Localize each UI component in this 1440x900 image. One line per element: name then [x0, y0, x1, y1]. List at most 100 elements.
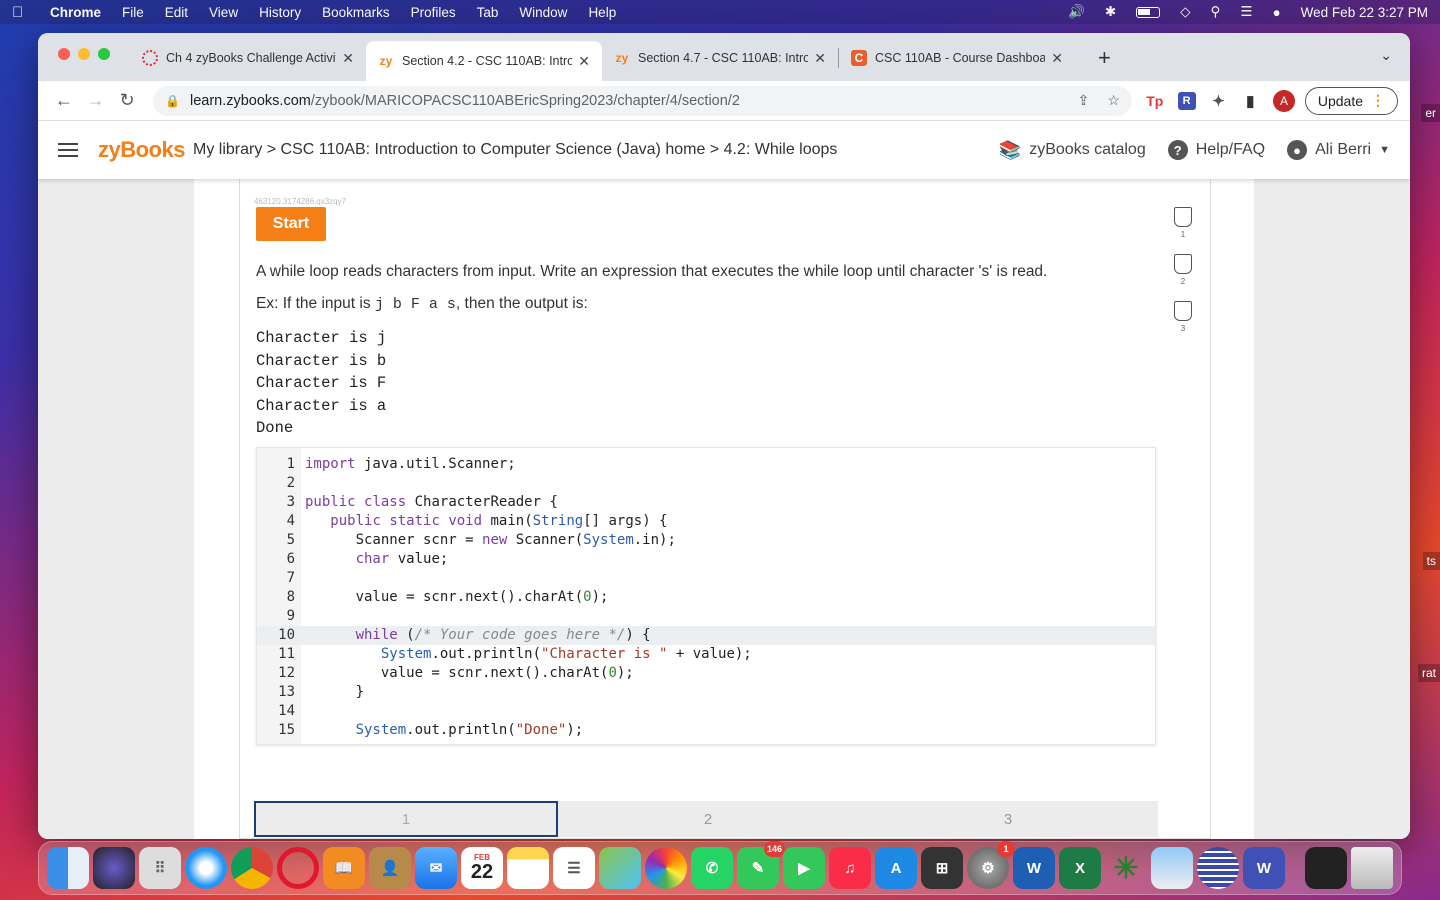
reload-icon[interactable]: ↻: [113, 90, 141, 111]
lock-icon[interactable]: 🔒: [165, 94, 180, 108]
trash-icon[interactable]: [1351, 847, 1393, 889]
calculator-icon[interactable]: ⊞: [921, 847, 963, 889]
code-line[interactable]: 10 while (/* Your code goes here */) {: [257, 626, 1155, 645]
code-line[interactable]: 5 Scanner scnr = new Scanner(System.in);: [257, 531, 1155, 550]
code-line[interactable]: 9: [257, 607, 1155, 626]
profile-avatar[interactable]: A: [1273, 90, 1295, 112]
photos-icon[interactable]: [645, 847, 687, 889]
r-extension-icon[interactable]: R: [1178, 92, 1196, 110]
menu-app-name[interactable]: Chrome: [50, 5, 101, 20]
level-tab-2[interactable]: 2: [558, 801, 858, 837]
bluetooth-icon[interactable]: ✱: [1105, 4, 1116, 20]
opera-icon[interactable]: [277, 847, 319, 889]
code-line[interactable]: 12 value = scnr.next().charAt(0);: [257, 664, 1155, 683]
excel-icon[interactable]: X: [1059, 847, 1101, 889]
battery-icon[interactable]: [1136, 7, 1160, 18]
breadcrumb[interactable]: My library > CSC 110AB: Introduction to …: [193, 141, 837, 159]
tab-search-chevron-icon[interactable]: ⌄: [1380, 47, 1392, 64]
close-tab-icon[interactable]: ✕: [1051, 50, 1063, 67]
search-icon[interactable]: ⚲: [1211, 4, 1221, 20]
menu-bookmarks[interactable]: Bookmarks: [322, 5, 390, 20]
code-line[interactable]: 2: [257, 474, 1155, 493]
code-line[interactable]: 3public class CharacterReader {: [257, 493, 1155, 512]
code-line[interactable]: 14: [257, 702, 1155, 721]
finder-icon[interactable]: [47, 847, 89, 889]
menu-edit[interactable]: Edit: [165, 5, 188, 20]
menu-window[interactable]: Window: [519, 5, 567, 20]
chrome-icon[interactable]: [231, 847, 273, 889]
close-tab-icon[interactable]: ✕: [578, 53, 590, 70]
level-tab-1[interactable]: 1: [254, 801, 558, 837]
messages-icon[interactable]: 146✎: [737, 847, 779, 889]
safari-icon[interactable]: [185, 847, 227, 889]
menu-view[interactable]: View: [209, 5, 238, 20]
code-line[interactable]: 6 char value;: [257, 550, 1155, 569]
tab-course-dashboard[interactable]: C CSC 110AB - Course Dashboar ✕: [839, 41, 1075, 75]
webex-icon[interactable]: W: [1243, 847, 1285, 889]
code-line[interactable]: 8 value = scnr.next().charAt(0);: [257, 588, 1155, 607]
code-line[interactable]: 11 System.out.println("Character is " + …: [257, 645, 1155, 664]
close-window-button[interactable]: [58, 48, 70, 60]
volume-icon[interactable]: 🔊: [1068, 4, 1085, 20]
menu-file[interactable]: File: [122, 5, 144, 20]
preview-icon[interactable]: [1151, 847, 1193, 889]
launchpad-icon[interactable]: ⠿: [139, 847, 181, 889]
whatsapp-icon[interactable]: ✆: [691, 847, 733, 889]
contacts-icon[interactable]: 👤: [369, 847, 411, 889]
forward-arrow-icon[interactable]: →: [82, 90, 110, 111]
level-tab-3[interactable]: 3: [858, 801, 1158, 837]
help-link[interactable]: ? Help/FAQ: [1168, 140, 1265, 160]
tab-section-4-2[interactable]: zy Section 4.2 - CSC 110AB: Intro ✕: [366, 41, 602, 81]
wifi-icon[interactable]: ◇: [1180, 4, 1190, 20]
start-button[interactable]: Start: [256, 207, 326, 241]
facetime-icon[interactable]: ▶: [783, 847, 825, 889]
siri-icon[interactable]: ●: [1273, 5, 1281, 20]
zoom-window-button[interactable]: [98, 48, 110, 60]
code-text[interactable]: while (/* Your code goes here */) {: [305, 626, 651, 645]
apple-icon[interactable]: : [12, 4, 30, 21]
minimize-window-button[interactable]: [78, 48, 90, 60]
code-line[interactable]: 1import java.util.Scanner;: [257, 455, 1155, 474]
menu-profiles[interactable]: Profiles: [411, 5, 456, 20]
music-icon[interactable]: ♫: [829, 847, 871, 889]
code-line[interactable]: 13 }: [257, 683, 1155, 702]
terminal-window-icon[interactable]: [1305, 847, 1347, 889]
menu-history[interactable]: History: [259, 5, 301, 20]
books-icon[interactable]: 📖: [323, 847, 365, 889]
bookmark-star-icon[interactable]: ☆: [1107, 92, 1120, 109]
mail-icon[interactable]: ✉: [415, 847, 457, 889]
starburst-app-icon[interactable]: ✳: [1105, 847, 1147, 889]
reminders-icon[interactable]: ☰: [553, 847, 595, 889]
menu-tab[interactable]: Tab: [477, 5, 499, 20]
eclipse-icon[interactable]: [1197, 847, 1239, 889]
update-button[interactable]: Update ⋮: [1305, 87, 1398, 115]
zybooks-logo[interactable]: zyBooks: [98, 137, 185, 163]
word-icon[interactable]: W: [1013, 847, 1055, 889]
side-panel-icon[interactable]: ▮: [1241, 92, 1259, 110]
menu-help[interactable]: Help: [588, 5, 616, 20]
maps-icon[interactable]: [599, 847, 641, 889]
menubar-datetime[interactable]: Wed Feb 22 3:27 PM: [1301, 5, 1428, 20]
close-tab-icon[interactable]: ✕: [814, 50, 826, 67]
hamburger-menu-icon[interactable]: [58, 143, 78, 157]
share-icon[interactable]: ⇪: [1078, 92, 1090, 109]
code-line[interactable]: 15 System.out.println("Done");: [257, 721, 1155, 740]
siri-icon[interactable]: [93, 847, 135, 889]
tab-section-4-7[interactable]: zy Section 4.7 - CSC 110AB: Intro ✕: [602, 41, 838, 75]
close-tab-icon[interactable]: ✕: [342, 50, 354, 67]
new-tab-icon[interactable]: +: [1098, 45, 1111, 71]
address-bar[interactable]: 🔒 learn.zybooks.com/zybook/MARICOPACSC11…: [153, 86, 1132, 116]
control-center-icon[interactable]: ☰: [1240, 4, 1252, 20]
tab-challenge-activity[interactable]: Ch 4 zyBooks Challenge Activit ✕: [130, 41, 366, 75]
app-store-icon[interactable]: A: [875, 847, 917, 889]
code-editor[interactable]: 1import java.util.Scanner;23public class…: [256, 447, 1156, 745]
tp-extension-icon[interactable]: Tp: [1146, 92, 1164, 110]
system-preferences-icon[interactable]: 1⚙: [967, 847, 1009, 889]
code-line[interactable]: 7: [257, 569, 1155, 588]
back-arrow-icon[interactable]: ←: [50, 90, 78, 111]
extensions-puzzle-icon[interactable]: ✦: [1210, 92, 1228, 110]
catalog-link[interactable]: 📚 zyBooks catalog: [999, 140, 1146, 161]
code-line[interactable]: 4 public static void main(String[] args)…: [257, 512, 1155, 531]
notes-icon[interactable]: [507, 847, 549, 889]
calendar-icon[interactable]: FEB 22: [461, 847, 503, 889]
